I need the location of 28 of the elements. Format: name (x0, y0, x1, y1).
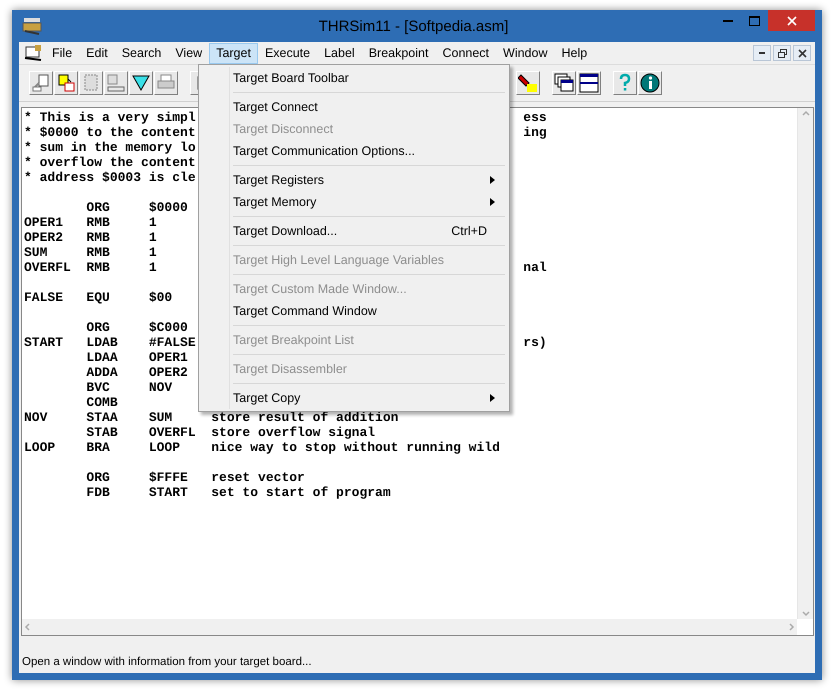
code-line: FDB START set to start of program (85, 485, 391, 500)
code-line: FALSE EQU $00 (24, 290, 172, 305)
code-line: ing (523, 125, 547, 140)
code-line: ADDA OPER2 (85, 365, 188, 380)
code-line: ORG $FFFE reset vector (85, 470, 305, 485)
code-line: nal (523, 260, 547, 275)
code-line: rs) (523, 335, 547, 350)
code-line: * overflow the content (24, 155, 196, 170)
code-line: * This is a very simpl (24, 110, 196, 125)
code-line: START LDAB #FALSE (24, 335, 196, 350)
code-line: ORG $C000 (85, 320, 188, 335)
code-line: OVERFL RMB 1 (24, 260, 157, 275)
code-line: * address $0003 is cle (24, 170, 196, 185)
code-line: * sum in the memory lo (24, 140, 196, 155)
window-title: THRSim11 - [Softpedia.asm] (318, 18, 510, 34)
code-line: LOOP BRA LOOP nice way to stop without running wild (24, 440, 500, 455)
code-line: BVC NOV (85, 380, 172, 395)
code-line: COMB (85, 395, 118, 410)
code-line: LDAA OPER1 (85, 350, 188, 365)
status-text: Open a window with information from your target board... (22, 656, 312, 668)
code-line: ess (523, 110, 547, 125)
code-line: OPER2 RMB 1 (24, 230, 157, 245)
code-line: NOV STAA SUM store result of addition (24, 410, 398, 425)
code-line: OPER1 RMB 1 (24, 215, 157, 230)
code-line: STAB OVERFL store overflow signal (85, 425, 376, 440)
code-line: * $0000 to the content (24, 125, 196, 140)
code-line: ORG $0000 (85, 200, 188, 215)
code-line: SUM RMB 1 (24, 245, 157, 260)
